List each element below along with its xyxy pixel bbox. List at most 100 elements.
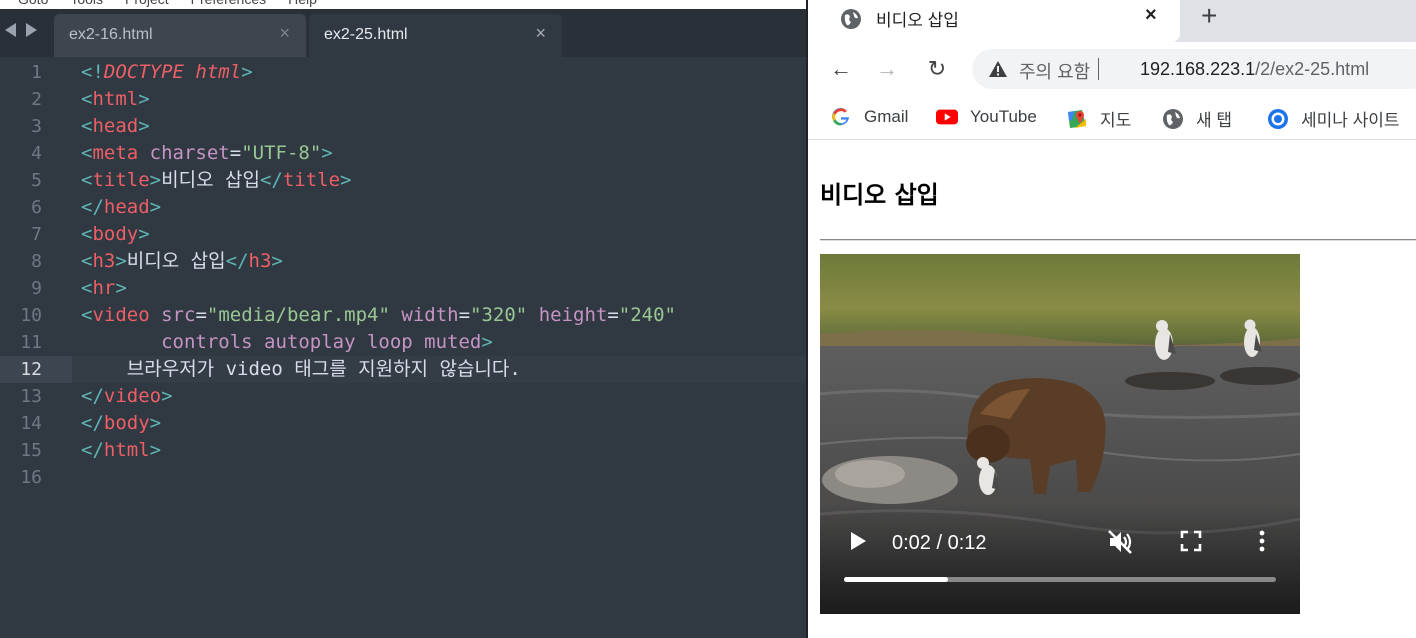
browser-tab-title: 비디오 삽입 [876,11,959,30]
line-number: 13 [20,386,42,407]
editor-tab-ex2-25[interactable]: ex2-25.html × [309,14,562,57]
code-token: <! [81,61,104,83]
globe-icon [1163,108,1183,129]
more-options-icon[interactable] [1256,529,1268,553]
code-line[interactable]: 1 <!DOCTYPE html> [0,59,806,86]
code-line[interactable]: 10 <video src="media/bear.mp4" width="320… [0,302,806,329]
menu-item-project[interactable]: Project [125,0,169,7]
code-token: html [92,88,139,110]
bookmark-maps[interactable]: 지도 [1066,106,1131,131]
line-source: controls autoplay loop muted> [81,329,493,356]
code-line[interactable]: 15 </html> [0,437,806,464]
code-token: html [195,61,242,83]
line-number: 5 [31,170,42,191]
video-controls-backdrop [820,504,1300,614]
page-content: 비디오 삽입 0:02 / 0:12 [808,141,1416,638]
bookmark-label: Gmail [864,107,909,126]
code-token: "UTF-8" [241,142,322,164]
line-source: <title>비디오 삽입</title> [81,167,352,194]
reload-button[interactable]: ↻ [922,54,952,84]
close-tab-icon[interactable]: × [1145,4,1157,27]
code-token: < [81,277,93,299]
line-number: 6 [31,197,42,218]
muted-speaker-icon[interactable] [1106,528,1134,556]
code-token: > [161,385,173,407]
video-player[interactable]: 0:02 / 0:12 [820,254,1300,614]
code-line[interactable]: 13 </video> [0,383,806,410]
address-bar[interactable]: 주의 요함 192.168.223.1/2/ex2-25.html [972,49,1416,89]
security-warning-text[interactable]: 주의 요함 [1019,58,1090,84]
code-token: < [81,142,93,164]
tab-scroll-right-icon[interactable] [26,23,37,37]
line-source: <head> [81,113,150,140]
code-token: > [138,88,150,110]
line-number: 9 [31,278,42,299]
menu-items: Goto Tools Project Preferences Help [18,0,317,7]
browser-tab[interactable]: 비디오 삽입 × [808,0,1180,42]
code-token: h3 [92,250,116,272]
warning-icon[interactable] [988,59,1008,79]
editor-tab-bar: ex2-16.html × ex2-25.html × [0,9,806,57]
line-source: <meta charset="UTF-8"> [81,140,333,167]
fullscreen-icon[interactable] [1180,530,1202,552]
line-number: 8 [31,251,42,272]
new-tab-button[interactable]: + [1201,0,1217,32]
code-line[interactable]: 5 <title>비디오 삽입</title> [0,167,806,194]
bookmark-gmail[interactable]: Gmail [830,106,908,128]
code-token: head [92,115,139,137]
code-area[interactable]: 1 <!DOCTYPE html> 2 <html> 3 <head> 4 <meta cha… [0,59,806,491]
tab-scroll-left-icon[interactable] [5,23,16,37]
tab-close-icon[interactable]: × [535,23,546,44]
code-line[interactable]: 16 [0,464,806,491]
code-line[interactable]: 7 <body> [0,221,806,248]
maps-icon [1068,109,1086,128]
forward-button[interactable]: → [872,54,902,84]
code-token: hr [92,277,116,299]
code-line[interactable]: 14 </body> [0,410,806,437]
line-number: 15 [20,440,42,461]
menu-item-tools[interactable]: Tools [70,0,103,7]
play-icon[interactable] [848,530,868,552]
code-line[interactable]: 4 <meta charset="UTF-8"> [0,140,806,167]
code-token: h3 [248,250,272,272]
menu-item-help[interactable]: Help [288,0,317,7]
youtube-icon [936,109,958,125]
code-token: 비디오 삽입 [161,169,260,191]
code-token: height [538,304,608,326]
menu-item-goto[interactable]: Goto [18,0,48,7]
editor-tab-ex2-16[interactable]: ex2-16.html × [54,14,306,57]
line-source: </body> [81,410,161,437]
menu-bar: Goto Tools Project Preferences Help [0,0,806,9]
bookmark-new-tab[interactable]: 새 탭 [1162,106,1232,131]
bookmark-seminar-site[interactable]: 세미나 사이트 [1267,106,1400,131]
code-line[interactable]: 3 <head> [0,113,806,140]
code-line[interactable]: 6 </head> [0,194,806,221]
line-source: <hr> [81,275,127,302]
url-text[interactable]: 192.168.223.1/2/ex2-25.html [1140,59,1369,80]
code-token: > [138,115,150,137]
code-token: width [401,304,459,326]
menu-item-preferences[interactable]: Preferences [191,0,266,7]
code-token: title [92,169,150,191]
video-progress-bar[interactable] [844,577,1276,582]
code-token: "320" [470,304,528,326]
code-line[interactable]: 11 controls autoplay loop muted> [0,329,806,356]
code-line[interactable]: 2 <html> [0,86,806,113]
code-line[interactable]: 9 <hr> [0,275,806,302]
tab-close-icon[interactable]: × [279,23,290,44]
code-token: > [149,412,162,434]
globe-icon [841,9,861,29]
code-token: < [81,304,93,326]
code-token: = [607,304,619,326]
code-token: controls autoplay loop muted [161,331,482,353]
code-line[interactable]: 8 <h3>비디오 삽입</h3> [0,248,806,275]
code-line[interactable]: 12 브라우저가 video 태그를 지원하지 않습니다. [0,356,806,383]
bookmark-label: 지도 [1100,111,1132,130]
code-token: "240" [618,304,676,326]
code-token: > [149,196,162,218]
bookmark-youtube[interactable]: YouTube [936,106,1037,128]
back-button[interactable]: ← [826,54,856,84]
